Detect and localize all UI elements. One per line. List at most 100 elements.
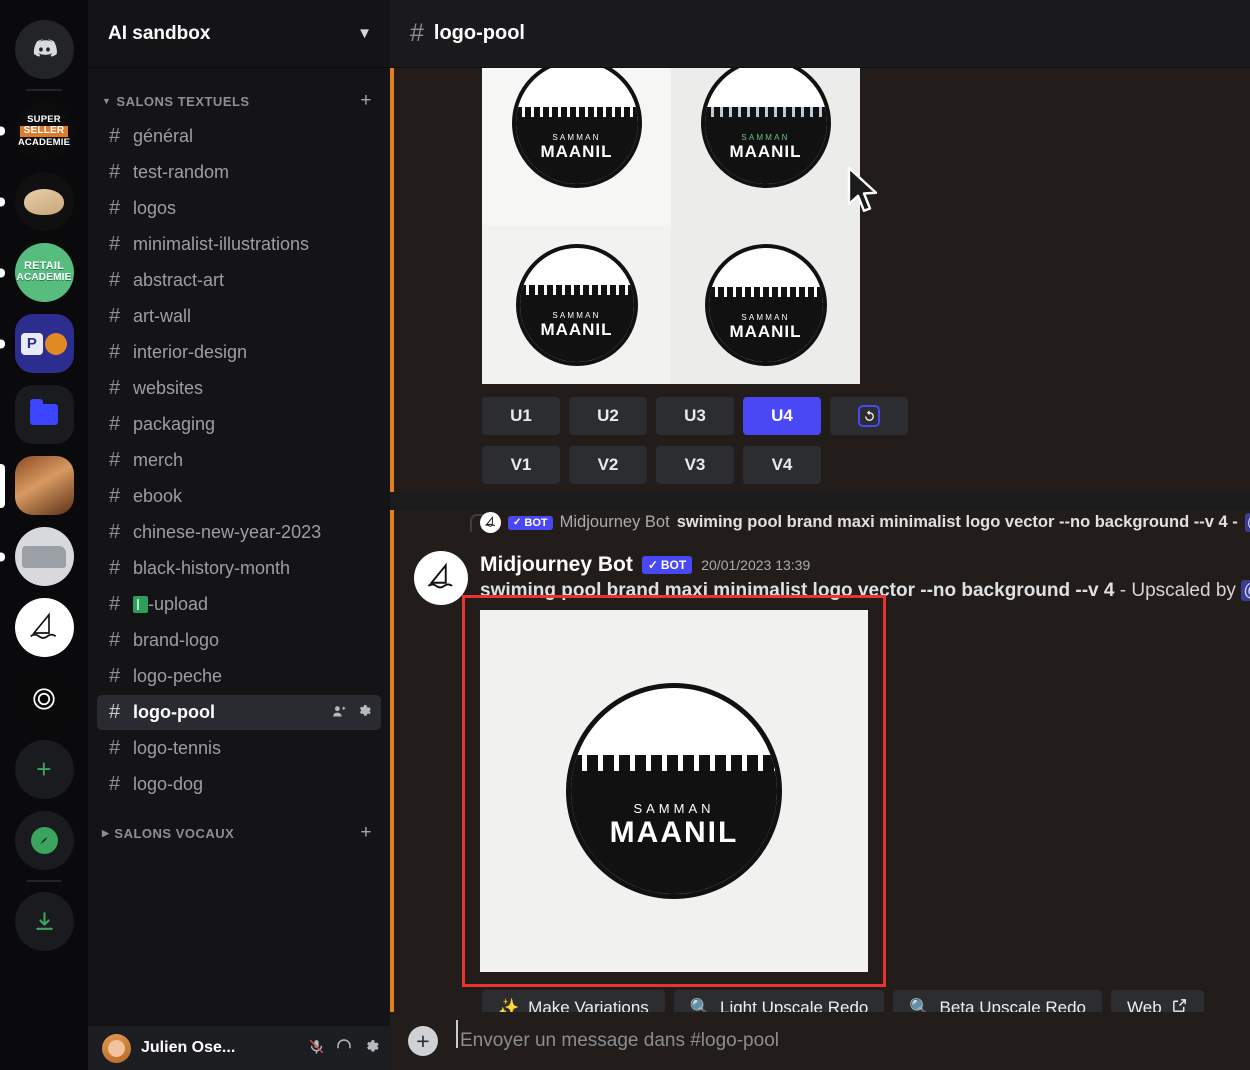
channel-topbar: # logo-pool bbox=[390, 0, 1250, 68]
sidebar-item-logo-tennis[interactable]: # logo-tennis bbox=[97, 731, 381, 766]
upscale-button-u2[interactable]: U2 bbox=[569, 397, 647, 435]
main-content: # logo-pool SAMMAN MAANIL SAMMAN MAANIL … bbox=[390, 0, 1250, 1070]
channel-label: art-wall bbox=[133, 306, 192, 326]
headphones-icon[interactable] bbox=[335, 1037, 353, 1059]
channel-label: logo-dog bbox=[133, 774, 204, 794]
compass-icon bbox=[14, 811, 74, 870]
attach-plus-icon[interactable]: + bbox=[408, 1026, 438, 1056]
hash-icon: # bbox=[108, 521, 121, 543]
chevron-down-icon[interactable]: ▼ bbox=[357, 25, 372, 42]
server-rail: SUPERSELLERACADEMIE RETAILACADEMIE P bbox=[0, 0, 88, 1070]
sidebar-item-websites[interactable]: # websites bbox=[97, 371, 381, 406]
channel-settings-gear-icon[interactable] bbox=[356, 703, 372, 722]
sidebar-item-logos[interactable]: # logos bbox=[97, 191, 381, 226]
sidebar-item-abstract-art[interactable]: # abstract-art bbox=[97, 263, 381, 298]
upscale-button-u3[interactable]: U3 bbox=[656, 397, 734, 435]
variation-button-v2[interactable]: V2 bbox=[569, 446, 647, 484]
channel-sidebar: AI sandbox ▼ ▼ SALONS TEXTUELS + # généra… bbox=[88, 0, 390, 1070]
sidebar-item-packaging[interactable]: # packaging bbox=[97, 407, 381, 442]
logo-thumb: SAMMAN MAANIL bbox=[704, 243, 827, 366]
sidebar-item-logo-dog[interactable]: # logo-dog bbox=[97, 767, 381, 802]
logo-text-bottom: MAANIL bbox=[540, 319, 613, 339]
server-icon-super-seller-academie[interactable]: SUPER SELLER ACADEMIE bbox=[0, 95, 88, 166]
button-label: Light Upscale Redo bbox=[719, 998, 869, 1012]
server-icon-pp-server[interactable]: P bbox=[0, 308, 88, 379]
server-icon-wood-server[interactable] bbox=[0, 450, 88, 521]
sidebar-item-interior-design[interactable]: # interior-design bbox=[97, 335, 381, 370]
sidebar-item-logo-pool[interactable]: # logo-pool bbox=[97, 695, 381, 730]
external-link-icon bbox=[1171, 997, 1188, 1012]
variation-button-row: V1 V2 V3 V4 bbox=[482, 446, 821, 484]
mic-icon[interactable] bbox=[308, 1038, 325, 1059]
sidebar-item-black-history-month[interactable]: # black-history-month bbox=[97, 551, 381, 586]
mention-highlight-bar-2 bbox=[390, 510, 394, 1012]
category-label: SALONS TEXTUELS bbox=[116, 93, 250, 109]
user-settings-gear-icon[interactable] bbox=[363, 1038, 380, 1059]
channel-list[interactable]: ▼ SALONS TEXTUELS + # général # test-rando… bbox=[88, 68, 390, 1026]
beta-upscale-redo-button[interactable]: 🔍 Beta Upscale Redo bbox=[893, 990, 1103, 1012]
variation-button-v4[interactable]: V4 bbox=[743, 446, 821, 484]
sidebar-item-logo-peche[interactable]: # logo-peche bbox=[97, 659, 381, 694]
sidebar-item-merch[interactable]: # merch bbox=[97, 443, 381, 478]
reply-preview[interactable]: ✓ BOT Midjourney Bot swiming pool brand … bbox=[480, 512, 1250, 533]
server-icon-discord-home[interactable] bbox=[0, 14, 88, 85]
sidebar-item-ebook[interactable]: # ebook bbox=[97, 479, 381, 514]
variation-button-v1[interactable]: V1 bbox=[482, 446, 560, 484]
mention-chip[interactable]: @ bbox=[1244, 513, 1250, 532]
sidebar-item-brand-logo[interactable]: # brand-logo bbox=[97, 623, 381, 658]
sidebar-item-general[interactable]: # général bbox=[97, 119, 381, 154]
author-name[interactable]: Midjourney Bot bbox=[480, 553, 633, 577]
upscale-button-u1[interactable]: U1 bbox=[482, 397, 560, 435]
sidebar-item-art-wall[interactable]: # art-wall bbox=[97, 299, 381, 334]
mention-chip[interactable]: @ bbox=[1241, 580, 1250, 601]
sidebar-item-upload[interactable]: # -upload bbox=[97, 587, 381, 622]
create-channel-button[interactable]: + bbox=[360, 90, 372, 112]
channel-label: logo-pool bbox=[133, 702, 215, 722]
server-header[interactable]: AI sandbox ▼ bbox=[88, 0, 390, 68]
download-apps-button[interactable] bbox=[0, 886, 88, 957]
logo-text-top: SAMMAN bbox=[552, 310, 601, 320]
server-folder[interactable] bbox=[0, 379, 88, 450]
rail-divider-2 bbox=[26, 880, 62, 882]
username: Julien Ose... bbox=[141, 1039, 236, 1056]
sidebar-item-test-random[interactable]: # test-random bbox=[97, 155, 381, 190]
create-voice-channel-button[interactable]: + bbox=[360, 822, 372, 844]
create-invite-icon[interactable] bbox=[331, 703, 348, 723]
unread-pill bbox=[0, 552, 5, 561]
sidebar-item-minimalist-illustrations[interactable]: # minimalist-illustrations bbox=[97, 227, 381, 262]
explore-servers-button[interactable] bbox=[0, 805, 88, 876]
channel-label: minimalist-illustrations bbox=[133, 234, 310, 254]
reroll-icon bbox=[858, 405, 880, 427]
upscaled-logo-image[interactable]: SAMMAN MAANIL bbox=[480, 610, 868, 972]
reroll-button[interactable] bbox=[830, 397, 908, 435]
page-title: logo-pool bbox=[433, 22, 525, 44]
server-icon-midjourney-server[interactable] bbox=[0, 592, 88, 663]
message-input[interactable]: Envoyer un message dans #logo-pool bbox=[456, 1020, 1234, 1052]
hash-icon: # bbox=[108, 485, 121, 507]
make-variations-button[interactable]: ✨ Make Variations bbox=[482, 990, 665, 1012]
variation-button-v3[interactable]: V3 bbox=[656, 446, 734, 484]
rail-divider bbox=[26, 89, 62, 91]
midjourney-grid-image[interactable]: SAMMAN MAANIL SAMMAN MAANIL SAMMAN MAANI… bbox=[482, 68, 860, 384]
add-server-button[interactable]: + bbox=[0, 734, 88, 805]
avatar[interactable] bbox=[102, 1033, 131, 1063]
category-salons-textuels[interactable]: ▼ SALONS TEXTUELS + bbox=[88, 84, 390, 118]
category-salons-vocaux[interactable]: ▶ SALONS VOCAUX + bbox=[88, 816, 390, 850]
message-divider bbox=[390, 492, 1250, 510]
server-icon-car-server[interactable] bbox=[0, 521, 88, 592]
logo-text-top: SAMMAN bbox=[741, 132, 790, 142]
hash-icon: # bbox=[108, 665, 121, 687]
sidebar-item-chinese-new-year-2023[interactable]: # chinese-new-year-2023 bbox=[97, 515, 381, 550]
avatar[interactable] bbox=[414, 551, 468, 605]
logo-text-top: SAMMAN bbox=[633, 801, 715, 816]
server-icon-pig-server[interactable] bbox=[0, 166, 88, 237]
web-button[interactable]: Web bbox=[1111, 990, 1204, 1012]
unread-pill bbox=[0, 197, 5, 206]
check-icon: ✓ bbox=[647, 558, 658, 572]
server-icon-retail-academie[interactable]: RETAIL ACADEMIE bbox=[0, 237, 88, 308]
upscale-button-u4[interactable]: U4 bbox=[743, 397, 821, 435]
hash-icon: # bbox=[108, 449, 121, 471]
server-icon-openai-server[interactable] bbox=[0, 663, 88, 734]
light-upscale-redo-button[interactable]: 🔍 Light Upscale Redo bbox=[673, 990, 885, 1012]
messages-scroll-area[interactable]: SAMMAN MAANIL SAMMAN MAANIL SAMMAN MAANI… bbox=[390, 68, 1250, 1012]
